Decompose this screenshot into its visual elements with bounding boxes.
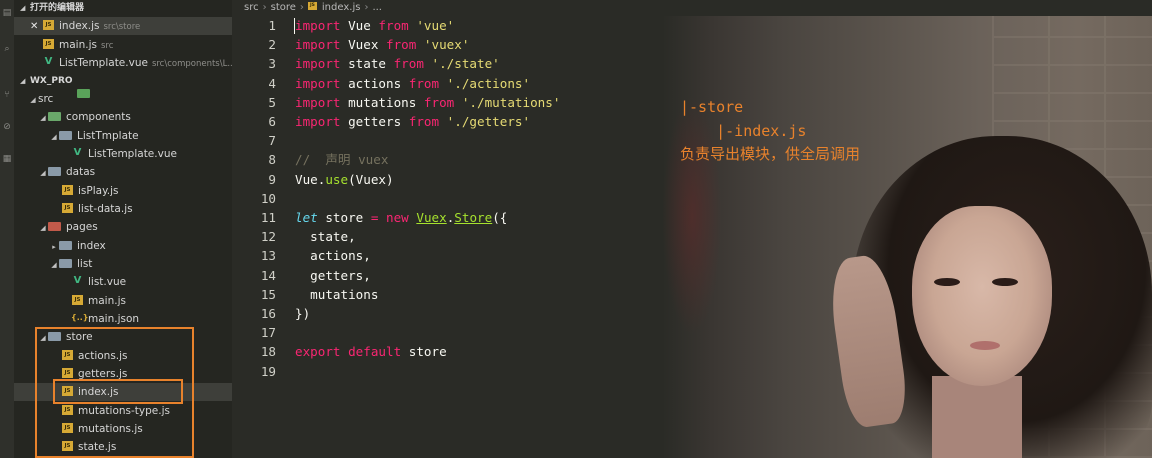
expanded-arrow-icon: ◢	[51, 261, 57, 269]
expanded-arrow-icon: ◢	[40, 114, 46, 122]
code-line: 1 import Vue from 'vue'	[268, 18, 455, 34]
tree-file-list-vue[interactable]: Vlist.vue	[14, 273, 232, 291]
collapse-arrow-icon: ◢	[20, 4, 26, 12]
code-line: 10	[260, 190, 276, 206]
project-header[interactable]: ◢ WX_PRO	[14, 73, 232, 89]
code-line: 16})	[260, 306, 311, 321]
code-editor[interactable]: src › store › JS index.js ›... 1 import Vue fro…	[232, 0, 1152, 458]
tree-folder-index[interactable]: ▸ index	[14, 237, 232, 255]
tree-file-main-json[interactable]: {..}main.json	[14, 310, 232, 328]
code-line: 15 mutations	[260, 286, 379, 302]
tree-folder-pages[interactable]: ◢ pages	[14, 218, 232, 236]
extensions-icon[interactable]: ▦	[2, 154, 12, 164]
breadcrumb-symbol[interactable]: ...	[372, 2, 382, 13]
open-editors-header[interactable]: ◢ 打开的编辑器	[14, 0, 232, 16]
open-editor-item-main[interactable]: JS main.js src	[14, 36, 232, 54]
source-control-icon[interactable]: ⑂	[2, 90, 12, 100]
tree-file-isplay[interactable]: JS isPlay.js	[14, 182, 232, 200]
js-file-icon: JS	[43, 20, 54, 30]
explorer-sidebar: ◢ 打开的编辑器 ✕ JS index.js src\store JS main.js sr…	[14, 0, 232, 458]
neck	[932, 376, 1022, 458]
js-file-icon: JS	[307, 2, 317, 10]
tree-file-main-js[interactable]: JS main.js	[14, 292, 232, 310]
vue-file-icon: V	[73, 147, 82, 158]
code-line: 14 getters,	[260, 267, 371, 283]
expanded-arrow-icon: ◢	[40, 224, 46, 232]
folder-icon	[48, 221, 61, 231]
code-line: 13 actions,	[260, 248, 371, 264]
js-file-icon: JS	[62, 185, 73, 195]
code-line: 9 Vue.use(Vuex)	[268, 171, 394, 187]
tree-folder-list[interactable]: ◢ list	[14, 255, 232, 273]
js-file-icon: JS	[72, 295, 83, 305]
folder-icon	[48, 166, 61, 176]
code-line: 18 export default store	[260, 344, 447, 360]
code-line: 2 import Vuex from 'vuex'	[268, 37, 470, 53]
explorer-icon[interactable]: ▤	[2, 8, 12, 18]
expanded-arrow-icon: ◢	[40, 169, 46, 177]
index-js-highlight-box	[53, 379, 183, 404]
folder-icon	[59, 130, 72, 140]
breadcrumb-file[interactable]: index.js	[322, 2, 361, 13]
tree-folder-components[interactable]: ◢ components	[14, 108, 232, 126]
breadcrumb: src › store › JS index.js ›...	[244, 2, 382, 13]
vue-file-icon: V	[44, 56, 53, 67]
collapse-arrow-icon: ◢	[20, 77, 26, 85]
open-editor-item-listtemplate[interactable]: V ListTemplate.vue src\components\L...	[14, 54, 232, 72]
code-line: 11 let store = new Vuex.Store({	[260, 210, 508, 225]
tree-folder-src[interactable]: ◢ src	[14, 89, 232, 108]
js-file-icon: JS	[43, 39, 54, 49]
annotation-index: |-index.js	[680, 122, 807, 140]
tree-folder-listtmplate[interactable]: ◢ ListTmplate	[14, 127, 232, 145]
breadcrumb-src[interactable]: src	[244, 2, 259, 13]
vue-file-icon: V	[73, 275, 82, 286]
annotation-store: |-store	[680, 98, 744, 116]
code-line: 17	[260, 325, 276, 341]
expanded-arrow-icon: ◢	[30, 96, 36, 104]
folder-icon	[48, 111, 61, 121]
debug-icon[interactable]: ⊘	[2, 122, 12, 132]
code-line: 3 import state from './state'	[268, 56, 500, 72]
activity-bar: ▤ ⌕ ⑂ ⊘ ▦	[0, 0, 14, 458]
js-file-icon: JS	[62, 203, 73, 213]
tree-file-listtemplate-vue[interactable]: V ListTemplate.vue	[14, 145, 232, 163]
expanded-arrow-icon: ◢	[51, 133, 57, 141]
tree-file-list-data[interactable]: JS list-data.js	[14, 200, 232, 218]
tree-folder-datas[interactable]: ◢ datas	[14, 163, 232, 181]
search-icon[interactable]: ⌕	[2, 44, 12, 54]
open-editor-item-index[interactable]: ✕ JS index.js src\store	[14, 17, 232, 36]
folder-icon	[77, 89, 90, 98]
close-icon[interactable]: ✕	[30, 18, 40, 36]
folder-icon	[59, 258, 72, 268]
code-line: 12 state,	[260, 229, 356, 245]
annotation-description: 负责导出模块，供全局调用	[680, 145, 861, 163]
code-line: 4 import actions from './actions'	[268, 75, 531, 91]
breadcrumb-store[interactable]: store	[271, 2, 296, 13]
collapsed-arrow-icon: ▸	[52, 243, 56, 251]
folder-icon	[59, 240, 72, 250]
json-file-icon: {..}	[71, 313, 89, 322]
code-line: 19	[260, 363, 276, 379]
